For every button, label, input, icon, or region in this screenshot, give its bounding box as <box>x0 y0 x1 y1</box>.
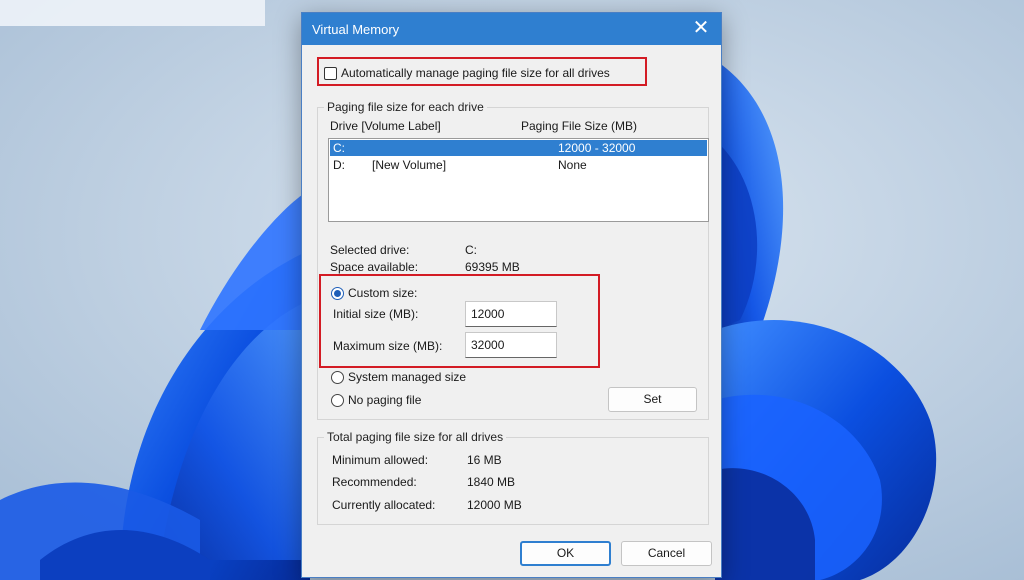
initial-size-label: Initial size (MB): <box>333 307 419 321</box>
col-header-drive: Drive [Volume Label] <box>330 119 441 133</box>
list-item[interactable]: C: 12000 - 32000 <box>330 140 707 156</box>
title-bar[interactable]: Virtual Memory ✕ <box>302 13 721 45</box>
paging-size: None <box>558 158 587 172</box>
no-paging-radio[interactable] <box>331 394 344 407</box>
ok-button[interactable]: OK <box>520 541 611 566</box>
selected-drive-label: Selected drive: <box>330 243 410 257</box>
col-header-size: Paging File Size (MB) <box>521 119 638 133</box>
auto-manage-highlight <box>317 57 647 86</box>
volume-label: [New Volume] <box>372 158 447 172</box>
space-available-label: Space available: <box>330 260 419 274</box>
maximum-size-input[interactable]: 32000 <box>465 332 557 358</box>
drive-letter: C: <box>333 141 345 155</box>
space-available-value: 69395 MB <box>465 260 520 274</box>
maximum-size-label: Maximum size (MB): <box>333 339 443 353</box>
total-group-legend: Total paging file size for all drives <box>324 430 507 444</box>
dialog-title: Virtual Memory <box>312 22 400 37</box>
initial-size-input[interactable]: 12000 <box>465 301 557 327</box>
system-managed-radio[interactable] <box>331 371 344 384</box>
drive-letter: D: <box>333 158 345 172</box>
recommended-value: 1840 MB <box>467 475 516 489</box>
custom-size-radio[interactable] <box>331 287 344 300</box>
currently-allocated-label: Currently allocated: <box>332 498 436 512</box>
no-paging-label[interactable]: No paging file <box>348 393 421 407</box>
list-item[interactable]: D: [New Volume] None <box>330 157 707 173</box>
minimum-allowed-value: 16 MB <box>467 453 502 467</box>
paging-group-legend: Paging file size for each drive <box>324 100 487 114</box>
minimum-allowed-label: Minimum allowed: <box>332 453 429 467</box>
selected-drive-value: C: <box>465 243 477 257</box>
cancel-button[interactable]: Cancel <box>621 541 712 566</box>
recommended-label: Recommended: <box>332 475 417 489</box>
system-managed-label[interactable]: System managed size <box>348 370 466 384</box>
close-icon[interactable]: ✕ <box>681 13 721 45</box>
currently-allocated-value: 12000 MB <box>467 498 522 512</box>
set-button[interactable]: Set <box>608 387 697 412</box>
virtual-memory-dialog: Virtual Memory ✕ Automatically manage pa… <box>301 12 722 578</box>
dialog-body: Automatically manage paging file size fo… <box>302 45 721 577</box>
paging-size: 12000 - 32000 <box>558 141 636 155</box>
drive-list[interactable]: C: 12000 - 32000 D: [New Volume] None <box>328 138 709 222</box>
custom-size-label[interactable]: Custom size: <box>348 286 417 300</box>
